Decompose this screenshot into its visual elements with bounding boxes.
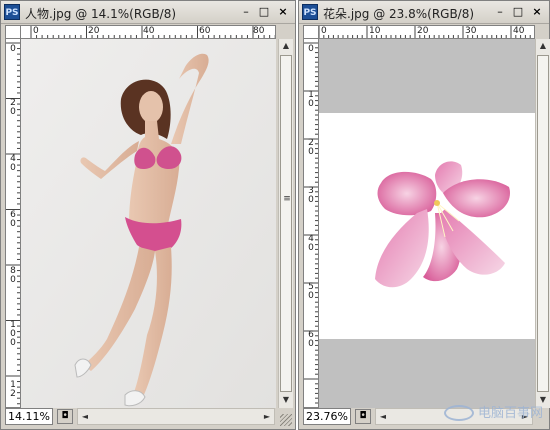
scroll-thumb[interactable] bbox=[537, 55, 549, 392]
ruler-label: 60 bbox=[10, 210, 16, 229]
grip-icon: ≡ bbox=[283, 194, 291, 204]
zoom-field[interactable]: 14.11% bbox=[5, 408, 53, 425]
image-area bbox=[319, 113, 535, 339]
document-canvas[interactable] bbox=[319, 39, 535, 408]
ruler-label: 60 bbox=[308, 330, 314, 349]
ruler-label: 10 bbox=[308, 90, 314, 109]
ruler-label: 100 bbox=[10, 320, 16, 348]
window-title: 花朵.jpg @ 23.8%(RGB/8) bbox=[323, 7, 475, 21]
close-button[interactable]: × bbox=[530, 5, 544, 19]
ruler-label: 20 bbox=[308, 138, 314, 157]
ruler-label: 60 bbox=[199, 26, 211, 36]
scroll-right-arrow-icon[interactable]: ► bbox=[262, 411, 272, 422]
ruler-label: 10 bbox=[369, 26, 381, 36]
minimize-button[interactable]: – bbox=[239, 5, 253, 19]
vertical-ruler[interactable]: 0 10 20 30 40 50 60 bbox=[303, 38, 319, 408]
status-bar: 14.11% ◘ ◄ ► bbox=[5, 408, 291, 425]
ruler-label: 40 bbox=[143, 26, 155, 36]
ruler-label: 20 bbox=[417, 26, 429, 36]
scroll-up-arrow-icon[interactable]: ▲ bbox=[538, 41, 548, 51]
ruler-origin[interactable] bbox=[303, 25, 319, 39]
scroll-up-arrow-icon[interactable]: ▲ bbox=[281, 41, 291, 51]
horizontal-scrollbar[interactable]: ◄ ► bbox=[77, 408, 275, 425]
ruler-label: 0 bbox=[33, 26, 39, 36]
ruler-label: 0 bbox=[321, 26, 327, 36]
status-menu-button[interactable]: ◘ bbox=[57, 409, 73, 424]
ruler-label: 20 bbox=[88, 26, 100, 36]
title-bar[interactable]: PS 人物.jpg @ 14.1%(RGB/8) – □ × bbox=[1, 1, 295, 24]
ruler-label: 20 bbox=[10, 98, 16, 117]
window-title: 人物.jpg @ 14.1%(RGB/8) bbox=[25, 7, 177, 21]
photoshop-icon: PS bbox=[4, 4, 20, 20]
document-window-person[interactable]: PS 人物.jpg @ 14.1%(RGB/8) – □ × 0 20 40 6… bbox=[0, 0, 296, 430]
vertical-ruler[interactable]: 0 20 40 60 80 100 12 bbox=[5, 38, 21, 408]
horizontal-ruler[interactable]: 0 20 40 60 80 bbox=[20, 25, 276, 39]
ruler-label: 80 bbox=[10, 266, 16, 285]
photoshop-icon: PS bbox=[302, 4, 318, 20]
flower-photo bbox=[375, 161, 510, 288]
ruler-label: 50 bbox=[308, 282, 314, 301]
vertical-scrollbar[interactable]: ▲ ≡ ▼ bbox=[278, 39, 293, 408]
ruler-label: 0 bbox=[308, 44, 314, 54]
resize-grip[interactable] bbox=[280, 414, 292, 426]
watermark-text: 电脑百事网 bbox=[477, 405, 543, 421]
scroll-left-arrow-icon[interactable]: ◄ bbox=[80, 411, 90, 422]
watermark-logo-icon bbox=[443, 405, 474, 421]
watermark: 电脑百事网 bbox=[443, 402, 543, 421]
title-bar[interactable]: PS 花朵.jpg @ 23.8%(RGB/8) – □ × bbox=[299, 1, 549, 24]
maximize-button[interactable]: □ bbox=[257, 5, 271, 19]
ruler-label: 12 bbox=[10, 380, 16, 399]
minimize-button[interactable]: – bbox=[493, 5, 507, 19]
ruler-origin[interactable] bbox=[5, 25, 21, 39]
ruler-label: 30 bbox=[465, 26, 477, 36]
zoom-field[interactable]: 23.76% bbox=[303, 408, 351, 425]
ruler-label: 40 bbox=[308, 234, 314, 253]
scroll-down-arrow-icon[interactable]: ▼ bbox=[281, 395, 291, 405]
ruler-label: 0 bbox=[10, 44, 16, 54]
close-button[interactable]: × bbox=[276, 5, 290, 19]
document-canvas[interactable] bbox=[21, 39, 276, 408]
maximize-button[interactable]: □ bbox=[511, 5, 525, 19]
document-window-flower[interactable]: PS 花朵.jpg @ 23.8%(RGB/8) – □ × 0 10 20 3… bbox=[298, 0, 550, 430]
ruler-label: 30 bbox=[308, 186, 314, 205]
scroll-thumb[interactable] bbox=[280, 55, 292, 392]
ruler-label: 80 bbox=[253, 26, 265, 36]
model-photo bbox=[21, 39, 276, 408]
ruler-label: 40 bbox=[10, 154, 16, 173]
scroll-left-arrow-icon[interactable]: ◄ bbox=[378, 411, 388, 422]
vertical-scrollbar[interactable]: ▲ ▼ bbox=[535, 39, 550, 408]
ruler-label: 40 bbox=[513, 26, 525, 36]
status-menu-button[interactable]: ◘ bbox=[355, 409, 371, 424]
horizontal-ruler[interactable]: 0 10 20 30 40 bbox=[318, 25, 535, 39]
